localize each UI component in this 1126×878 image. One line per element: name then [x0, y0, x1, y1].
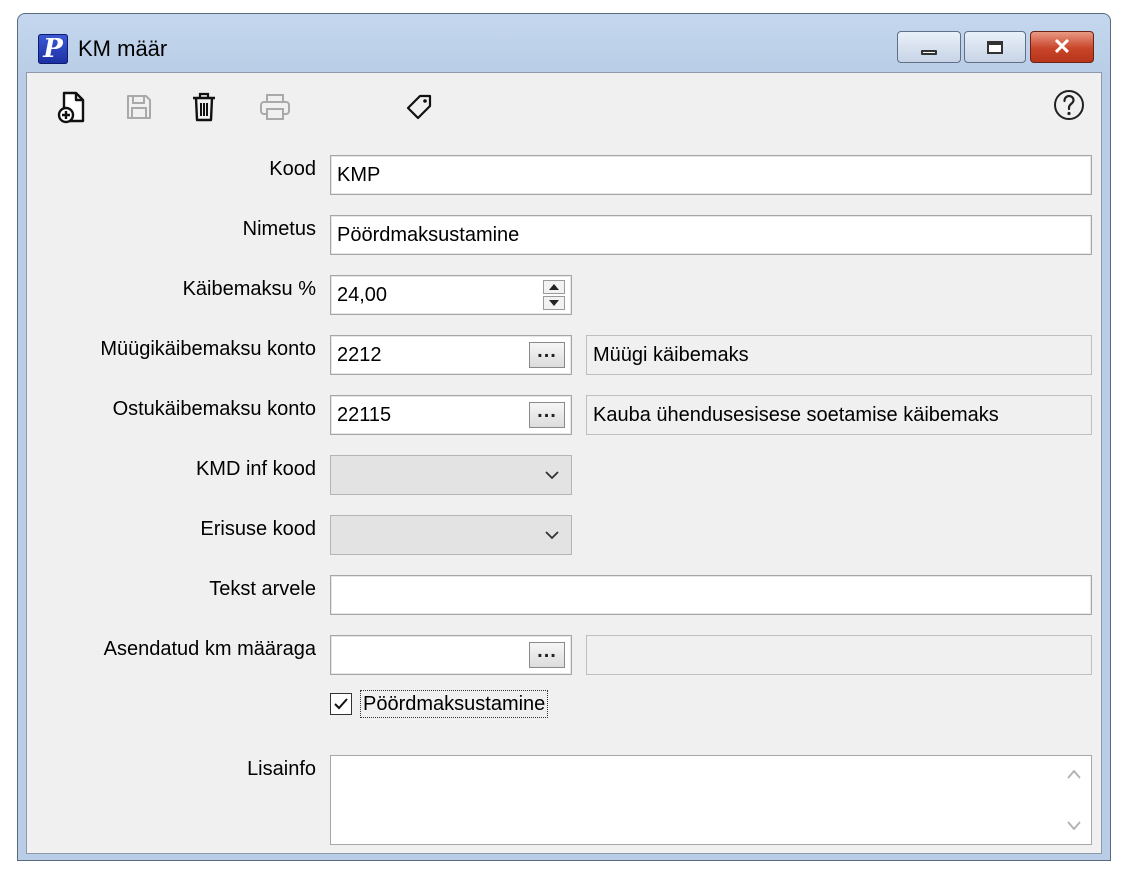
- asendatud-description: [586, 635, 1092, 675]
- minimize-icon: [921, 49, 937, 55]
- tekst-arvele-input[interactable]: [330, 575, 1092, 615]
- muugi-konto-value: 2212: [337, 344, 382, 366]
- erisuse-kood-label: Erisuse kood: [200, 518, 316, 540]
- delete-button[interactable]: [184, 87, 224, 127]
- muugi-konto-input[interactable]: 2212 ...: [330, 335, 572, 375]
- window-title: KM määr: [78, 36, 168, 61]
- lisainfo-scrollbar[interactable]: [1059, 758, 1089, 842]
- erisuse-kood-dropdown[interactable]: [330, 515, 572, 555]
- ostu-konto-lookup-button[interactable]: ...: [529, 401, 565, 428]
- spin-up-button[interactable]: [543, 280, 565, 294]
- muugi-konto-label: Müügikäibemaksu konto: [100, 338, 316, 360]
- nimetus-input[interactable]: Pöördmaksustamine: [330, 215, 1092, 255]
- asendatud-label: Asendatud km määraga: [103, 638, 316, 660]
- kmd-inf-kood-dropdown[interactable]: [330, 455, 572, 495]
- kaibemaksu-input[interactable]: 24,00: [330, 275, 572, 315]
- ostu-konto-input[interactable]: 22115 ...: [330, 395, 572, 435]
- nimetus-label: Nimetus: [242, 218, 316, 240]
- save-button[interactable]: [119, 87, 159, 127]
- ostu-konto-value: 22115: [337, 404, 392, 426]
- arrow-down-icon: [549, 300, 559, 306]
- tekst-arvele-label: Tekst arvele: [209, 578, 316, 600]
- new-document-icon: [57, 91, 85, 124]
- tag-icon: [406, 94, 432, 120]
- ostu-konto-description: Kauba ühendusesisese soetamise käibemaks: [586, 395, 1092, 435]
- chevron-down-icon: [545, 471, 559, 480]
- restore-button[interactable]: [964, 31, 1026, 63]
- chevron-down-icon: [545, 531, 559, 540]
- restore-icon: [987, 40, 1003, 54]
- spin-down-button[interactable]: [543, 296, 565, 310]
- close-button[interactable]: ✕: [1030, 31, 1094, 63]
- help-button[interactable]: [1051, 87, 1087, 123]
- form-area: Kood KMP Nimetus Pöördmaksustamine Käibe…: [26, 72, 1102, 854]
- kaibemaksu-label: Käibemaksu %: [182, 278, 316, 300]
- asendatud-lookup-button[interactable]: ...: [529, 641, 565, 668]
- km-maar-window: P KM määr ✕ Kood KMP Nimetus Pöördmaksus…: [17, 13, 1111, 861]
- kaibemaksu-spinner[interactable]: [543, 280, 565, 310]
- kmd-inf-kood-label: KMD inf kood: [195, 458, 316, 480]
- lisainfo-label: Lisainfo: [247, 758, 316, 780]
- title-bar[interactable]: P KM määr ✕: [18, 14, 1110, 72]
- new-button[interactable]: [53, 87, 93, 127]
- delete-icon: [193, 92, 215, 122]
- print-icon: [260, 94, 290, 120]
- help-icon: [1054, 90, 1084, 120]
- ostu-konto-label: Ostukäibemaksu konto: [112, 398, 316, 420]
- print-button[interactable]: [255, 87, 295, 127]
- tag-button[interactable]: [399, 87, 439, 127]
- scroll-up-icon[interactable]: [1066, 768, 1082, 780]
- muugi-konto-lookup-button[interactable]: ...: [529, 341, 565, 368]
- muugi-konto-description: Müügi käibemaks: [586, 335, 1092, 375]
- poordmaksustamine-checkbox-label[interactable]: Pöördmaksustamine: [360, 690, 549, 718]
- close-icon: ✕: [1052, 34, 1072, 59]
- kood-input[interactable]: KMP: [330, 155, 1092, 195]
- lisainfo-textarea[interactable]: [330, 755, 1092, 845]
- kood-label: Kood: [269, 158, 316, 180]
- poordmaksustamine-checkbox[interactable]: [330, 693, 352, 715]
- asendatud-input[interactable]: ...: [330, 635, 572, 675]
- arrow-up-icon: [549, 284, 559, 290]
- save-icon: [127, 95, 151, 119]
- checkmark-icon: [334, 698, 348, 710]
- kaibemaksu-value: 24,00: [337, 284, 388, 306]
- app-logo-icon: P: [38, 34, 68, 64]
- scroll-down-icon[interactable]: [1066, 820, 1082, 832]
- minimize-button[interactable]: [897, 31, 961, 63]
